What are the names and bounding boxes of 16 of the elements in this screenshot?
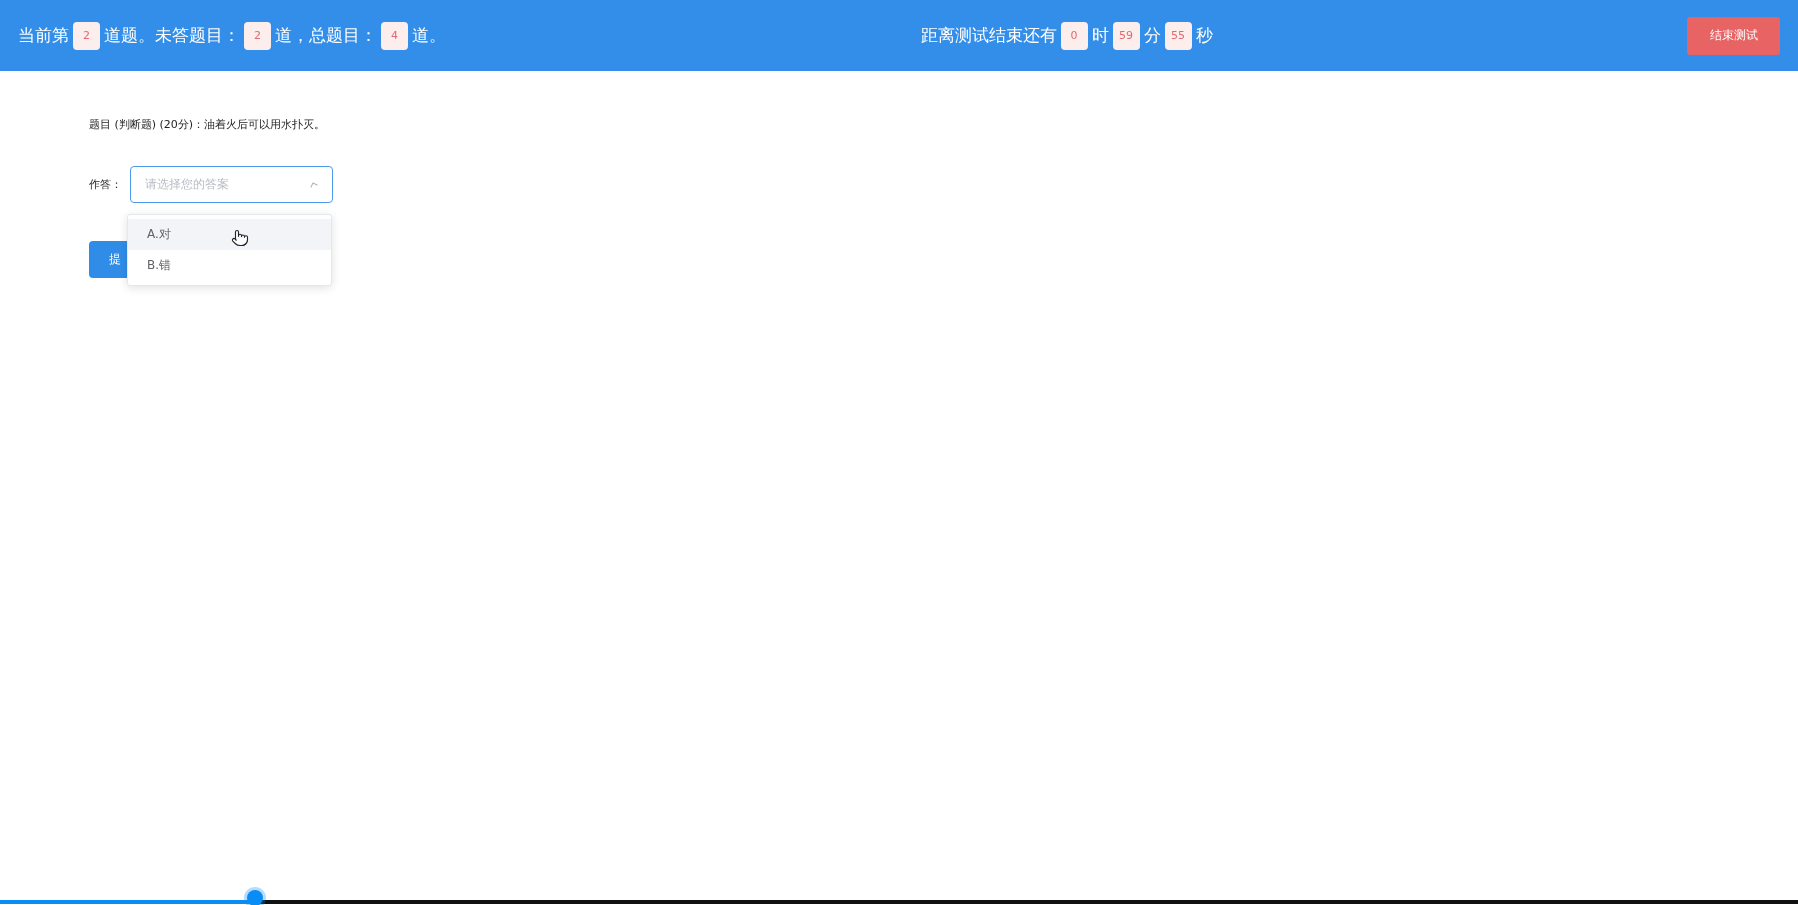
count-badge: 59 bbox=[1112, 21, 1140, 50]
header-text: 时 bbox=[1091, 24, 1109, 47]
header-text: 道，总题目： bbox=[275, 24, 377, 47]
answer-label: 作答： bbox=[89, 177, 122, 192]
count-badge: 4 bbox=[381, 21, 408, 50]
header-text: 道。 bbox=[412, 24, 446, 47]
question-text: 题目 (判断题) (20分)：油着火后可以用水扑灭。 bbox=[89, 117, 326, 132]
header-text: 分 bbox=[1143, 24, 1161, 47]
count-badge: 0 bbox=[1060, 21, 1088, 50]
header-text: 距离测试结束还有 bbox=[920, 24, 1057, 47]
header-text: 秒 bbox=[1195, 24, 1213, 47]
count-badge: 2 bbox=[73, 21, 100, 50]
count-badge: 55 bbox=[1164, 21, 1192, 50]
count-badge: 2 bbox=[244, 21, 271, 50]
header-text: 当前第 bbox=[18, 24, 69, 47]
header-text: 道题。未答题目： bbox=[104, 24, 240, 47]
